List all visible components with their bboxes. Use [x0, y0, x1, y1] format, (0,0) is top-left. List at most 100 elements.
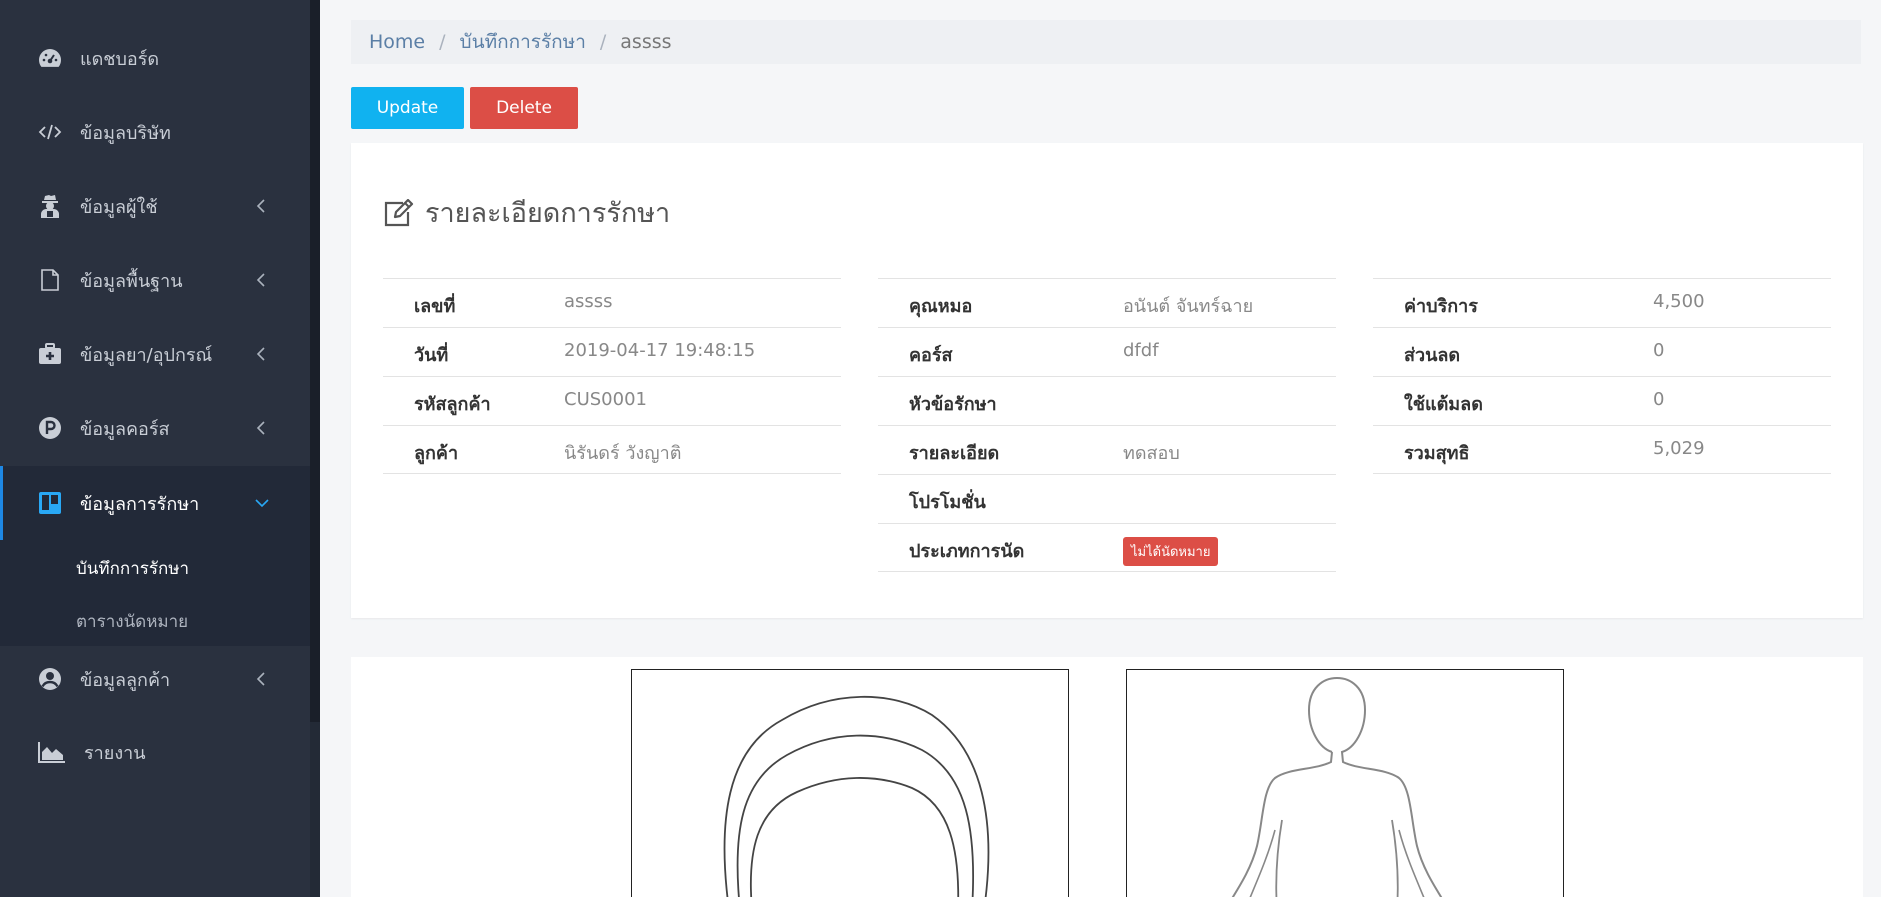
chevron-left-icon [256, 421, 265, 435]
field-value: 0 [1653, 389, 1665, 410]
sidebar-item-label: ข้อมูลพื้นฐาน [80, 270, 183, 292]
edit-icon [384, 198, 414, 226]
card-title: รายละเอียดการรักษา [425, 198, 671, 229]
face-diagram[interactable] [631, 669, 1069, 897]
field-label: รหัสลูกค้า [414, 394, 491, 415]
field-label: ค่าบริการ [1404, 296, 1478, 317]
sidebar-item-course[interactable]: ข้อมูลคอร์ส [0, 391, 310, 465]
sidebar-item-treatment[interactable]: ข้อมูลการรักษา [0, 466, 310, 540]
detail-row: คอร์ส dfdf [878, 327, 1336, 376]
sidebar-item-medicine[interactable]: ข้อมูลยา/อุปกรณ์ [0, 317, 310, 391]
card-header: รายละเอียดการรักษา [383, 191, 670, 234]
sidebar-item-customers[interactable]: ข้อมูลลูกค้า [0, 642, 310, 716]
field-value: ทดสอบ [1123, 443, 1180, 464]
field-value: 0 [1653, 340, 1665, 361]
file-icon [38, 268, 62, 292]
field-label: ลูกค้า [414, 443, 459, 464]
sidebar: แดชบอร์ด ข้อมูลบริษัท ข้อมูลผู้ใช้ ข้อมู… [0, 0, 320, 897]
treatment-detail-card: รายละเอียดการรักษา เลขที่ assss วันที่ 2… [351, 143, 1863, 618]
detail-row: รวมสุทธิ 5,029 [1373, 425, 1831, 474]
body-diagram-card [351, 657, 1863, 897]
sidebar-item-basic[interactable]: ข้อมูลพื้นฐาน [0, 243, 310, 317]
sidebar-item-reports[interactable]: รายงาน [0, 715, 310, 789]
field-label: รายละเอียด [909, 443, 1000, 464]
field-label: รวมสุทธิ [1404, 443, 1470, 464]
field-label: คุณหมอ [909, 296, 973, 317]
area-chart-icon [38, 740, 66, 764]
detail-row: ประเภทการนัด ไม่ได้นัดหมาย [878, 523, 1336, 572]
detail-row: รายละเอียด ทดสอบ [878, 425, 1336, 474]
field-value: assss [564, 291, 613, 312]
submenu-item-appointments[interactable]: ตารางนัดหมาย [76, 608, 188, 635]
field-value: นิรันดร์ วังญาติ [564, 443, 682, 464]
code-icon [38, 120, 62, 144]
field-value: อนันต์ จันทร์ฉาย [1123, 296, 1254, 317]
detail-row: ลูกค้า นิรันดร์ วังญาติ [383, 425, 841, 474]
sidebar-item-label: ข้อมูลคอร์ส [80, 418, 170, 440]
detail-row: เลขที่ assss [383, 278, 841, 327]
field-value: ไม่ได้นัดหมาย [1123, 537, 1219, 566]
breadcrumb-section[interactable]: บันทึกการรักษา [460, 27, 586, 57]
sidebar-item-label: ข้อมูลผู้ใช้ [80, 196, 158, 218]
sidebar-item-dashboard[interactable]: แดชบอร์ด [0, 21, 310, 95]
chevron-left-icon [256, 347, 265, 361]
breadcrumb-current: assss [620, 31, 672, 53]
field-label: เลขที่ [414, 296, 456, 317]
appointment-status-badge: ไม่ได้นัดหมาย [1123, 537, 1219, 566]
delete-button[interactable]: Delete [470, 87, 578, 129]
trello-icon [38, 491, 62, 515]
sidebar-item-users[interactable]: ข้อมูลผู้ใช้ [0, 169, 310, 243]
detail-column-general: เลขที่ assss วันที่ 2019-04-17 19:48:15 … [383, 278, 841, 474]
sidebar-item-label: ข้อมูลการรักษา [80, 493, 200, 515]
field-label: วันที่ [414, 345, 449, 366]
sidebar-item-label: แดชบอร์ด [80, 48, 160, 70]
field-label: คอร์ส [909, 345, 953, 366]
field-label: ส่วนลด [1404, 345, 1461, 366]
face-outline-drawing [723, 695, 990, 897]
submenu-item-treatment-record[interactable]: บันทึกการรักษา [76, 555, 189, 582]
detail-row: รหัสลูกค้า CUS0001 [383, 376, 841, 425]
breadcrumb-separator: / [439, 31, 446, 53]
parking-icon [38, 416, 62, 440]
treatment-submenu: บันทึกการรักษา ตารางนัดหมาย [0, 540, 310, 646]
chevron-left-icon [256, 672, 265, 686]
detail-row: วันที่ 2019-04-17 19:48:15 [383, 327, 841, 376]
field-value: CUS0001 [564, 389, 647, 410]
breadcrumb-separator: / [599, 31, 607, 53]
sidebar-item-label: ข้อมูลยา/อุปกรณ์ [80, 344, 213, 366]
medkit-icon [38, 342, 62, 366]
breadcrumb: Home / บันทึกการรักษา / assss [351, 20, 1861, 64]
user-circle-icon [38, 667, 62, 691]
active-indicator [0, 466, 3, 540]
detail-row: ค่าบริการ 4,500 [1373, 278, 1831, 327]
sidebar-scrollbar[interactable] [310, 0, 320, 722]
chevron-left-icon [256, 199, 265, 213]
dashboard-icon [38, 46, 62, 70]
detail-column-treatment: คุณหมอ อนันต์ จันทร์ฉาย คอร์ส dfdf หัวข้… [878, 278, 1336, 572]
sidebar-item-company[interactable]: ข้อมูลบริษัท [0, 95, 310, 169]
detail-column-payment: ค่าบริการ 4,500 ส่วนลด 0 ใช้แต้มลด 0 รวม… [1373, 278, 1831, 474]
field-label: โปรโมชั่น [909, 492, 986, 513]
field-value: dfdf [1123, 340, 1159, 361]
detail-row: คุณหมอ อนันต์ จันทร์ฉาย [878, 278, 1336, 327]
field-value: 4,500 [1653, 291, 1705, 312]
breadcrumb-home[interactable]: Home [369, 31, 425, 53]
sidebar-scrollbar-track [310, 722, 320, 897]
detail-row: หัวข้อรักษา [878, 376, 1336, 425]
field-value: 2019-04-17 19:48:15 [564, 340, 756, 361]
update-button[interactable]: Update [351, 87, 464, 129]
detail-row: ส่วนลด 0 [1373, 327, 1831, 376]
field-label: ใช้แต้มลด [1404, 394, 1483, 415]
sidebar-item-label: ข้อมูลบริษัท [80, 122, 171, 144]
body-outline-drawing [1231, 676, 1443, 897]
field-value: 5,029 [1653, 438, 1705, 459]
sidebar-item-label: ข้อมูลลูกค้า [80, 669, 171, 691]
chevron-down-icon [255, 499, 269, 508]
field-label: ประเภทการนัด [909, 541, 1025, 562]
body-diagram[interactable] [1126, 669, 1564, 897]
field-label: หัวข้อรักษา [909, 394, 997, 415]
sidebar-item-label: รายงาน [84, 742, 146, 764]
detail-row: ใช้แต้มลด 0 [1373, 376, 1831, 425]
detail-row: โปรโมชั่น [878, 474, 1336, 523]
chevron-left-icon [256, 273, 265, 287]
